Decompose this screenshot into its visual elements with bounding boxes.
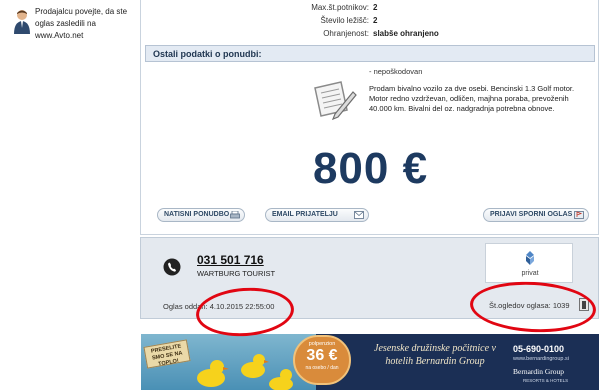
- seller-type-label: privat: [521, 270, 539, 277]
- report-ad-button[interactable]: PRIJAVI SPORNI OGLAS: [483, 208, 589, 222]
- ad-slogan: Jesenske družinske počitnice v hotelih B…: [374, 343, 496, 367]
- referral-tip: Prodajalcu povejte, da ste oglas zasledi…: [35, 7, 128, 40]
- ad-offer-bottom: na osebo / dan: [305, 365, 339, 371]
- spec-row-beds: Število ležišč: 2: [141, 16, 600, 28]
- hotel-ad-banner[interactable]: PRESELITE SMO SE NA TOPLO! polpenzion 36…: [141, 334, 599, 390]
- views-label: Št.ogledov oglasa:: [489, 301, 551, 310]
- ad-offer-price: 36 €: [306, 347, 338, 364]
- posted-label: Oglas oddan:: [163, 302, 208, 311]
- spec-label: Število ležišč:: [320, 16, 369, 25]
- section-title: Ostali podatki o ponudbi:: [153, 49, 262, 59]
- ad-phone: 05-690-0100: [513, 344, 565, 354]
- spec-row-max-passengers: Max.št.potnikov: 2: [141, 3, 600, 15]
- ad-url: www.bernardingroup.si: [513, 356, 569, 362]
- ad-price-badge: polpenzion 36 € na osebo / dan: [293, 335, 351, 385]
- view-count: Št.ogledov oglasa: 1039: [489, 301, 570, 310]
- printer-icon: [230, 211, 240, 219]
- spec-label: Ohranjenost:: [323, 29, 369, 38]
- spec-value: 2: [373, 3, 378, 12]
- seller-contact-box: 031 501 716 WARTBURG TOURIST privat Ogla…: [140, 237, 599, 319]
- posted-value: 4.10.2015 22:55:00: [209, 302, 275, 311]
- sidebar: Prodajalcu povejte, da ste oglas zasledi…: [0, 0, 140, 390]
- feature-item: - nepoškodovan: [369, 67, 423, 76]
- other-details-header: Ostali podatki o ponudbi:: [145, 45, 595, 62]
- views-value: 1039: [552, 301, 570, 310]
- stats-bar-icon: [579, 298, 589, 311]
- ad-description: Prodam bivalno vozilo za dve osebi. Benc…: [369, 84, 575, 113]
- envelope-icon: [354, 211, 364, 219]
- spec-label: Max.št.potnikov:: [311, 3, 369, 12]
- private-seller-icon: [526, 251, 534, 265]
- ad-brand-logo: Bernardin Group: [513, 367, 565, 376]
- price: 800 €: [312, 144, 429, 193]
- print-offer-label: NATISNI PONUDBO: [164, 211, 230, 218]
- flag-icon: [574, 211, 584, 219]
- spec-value: 2: [373, 16, 378, 25]
- ad-brand-sub: RESORTS & HOTELS: [523, 378, 569, 383]
- phone-icon: [163, 258, 181, 276]
- print-offer-button[interactable]: NATISNI PONUDBO: [157, 208, 245, 222]
- seller-person-icon: [14, 10, 30, 34]
- spec-row-condition: Ohranjenost: slabše ohranjeno: [141, 29, 600, 41]
- ad-detail-page: Prodajalcu povejte, da ste oglas zasledi…: [0, 0, 600, 390]
- email-friend-button[interactable]: EMAIL PRIJATELJU: [265, 208, 369, 222]
- email-friend-label: EMAIL PRIJATELJU: [272, 211, 338, 218]
- posted-date: Oglas oddan: 4.10.2015 22:55:00: [163, 302, 274, 311]
- seller-phone-link[interactable]: 031 501 716: [197, 253, 264, 267]
- ad-pool-image: PRESELITE SMO SE NA TOPLO!: [141, 334, 316, 390]
- report-ad-label: PRIJAVI SPORNI OGLAS: [490, 211, 573, 218]
- seller-name: WARTBURG TOURIST: [197, 269, 276, 278]
- spec-value: slabše ohranjeno: [373, 29, 439, 38]
- notepad-pencil-icon: [314, 81, 357, 121]
- listing-panel: Max.št.potnikov: 2 Število ležišč: 2 Ohr…: [140, 0, 599, 235]
- action-bar: NATISNI PONUDBO EMAIL PRIJATELJU PRIJAVI…: [157, 208, 589, 222]
- seller-type-badge: privat: [485, 243, 573, 283]
